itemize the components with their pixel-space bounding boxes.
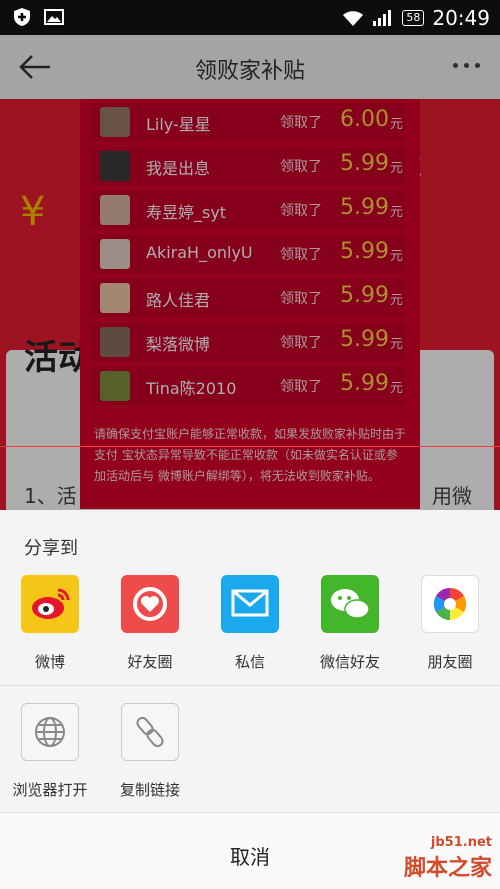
share-label: 微博 <box>34 653 65 671</box>
status-bar: 58 20:49 <box>0 0 500 35</box>
globe-icon <box>21 703 79 761</box>
share-weibo[interactable]: 微博 <box>0 575 100 672</box>
share-label: 微信好友 <box>319 653 380 671</box>
open-in-browser[interactable]: 浏览器打开 <box>0 703 100 800</box>
share-label: 好友圈 <box>127 653 173 671</box>
divider-line <box>0 446 500 447</box>
share-wechat-friend[interactable]: 微信好友 <box>300 575 400 672</box>
weibo-icon <box>21 575 79 633</box>
action-label: 浏览器打开 <box>12 781 88 799</box>
share-friend-circle[interactable]: 好友圈 <box>100 575 200 672</box>
wifi-icon <box>343 11 364 26</box>
dim-overlay[interactable] <box>0 35 500 510</box>
mail-icon <box>221 575 279 633</box>
site-watermark: jb51.net 脚本之家 <box>404 835 492 882</box>
share-title: 分享到 <box>24 538 78 559</box>
link-icon <box>121 703 179 761</box>
watermark-name: 脚本之家 <box>403 856 492 881</box>
friend-circle-icon <box>121 575 179 633</box>
sheet-divider <box>0 685 500 686</box>
share-label: 私信 <box>234 653 265 671</box>
watermark-url: jb51.net <box>430 835 492 850</box>
clock: 20:49 <box>432 6 490 30</box>
share-private-message[interactable]: 私信 <box>200 575 300 672</box>
wechat-icon <box>321 575 379 633</box>
share-moments[interactable]: 朋友圈 <box>400 575 500 672</box>
signal-icon <box>373 10 392 26</box>
gallery-icon <box>44 9 64 25</box>
share-label: 朋友圈 <box>427 653 473 671</box>
shield-icon <box>14 8 30 26</box>
battery-level: 58 <box>402 10 425 26</box>
moments-icon <box>421 575 479 633</box>
copy-link[interactable]: 复制链接 <box>100 703 200 800</box>
action-label: 复制链接 <box>119 781 180 799</box>
share-sheet: 分享到 微博 好友圈 私信 微信好友 朋友圈 浏览器打开 复制链接 取消 <box>0 510 500 889</box>
